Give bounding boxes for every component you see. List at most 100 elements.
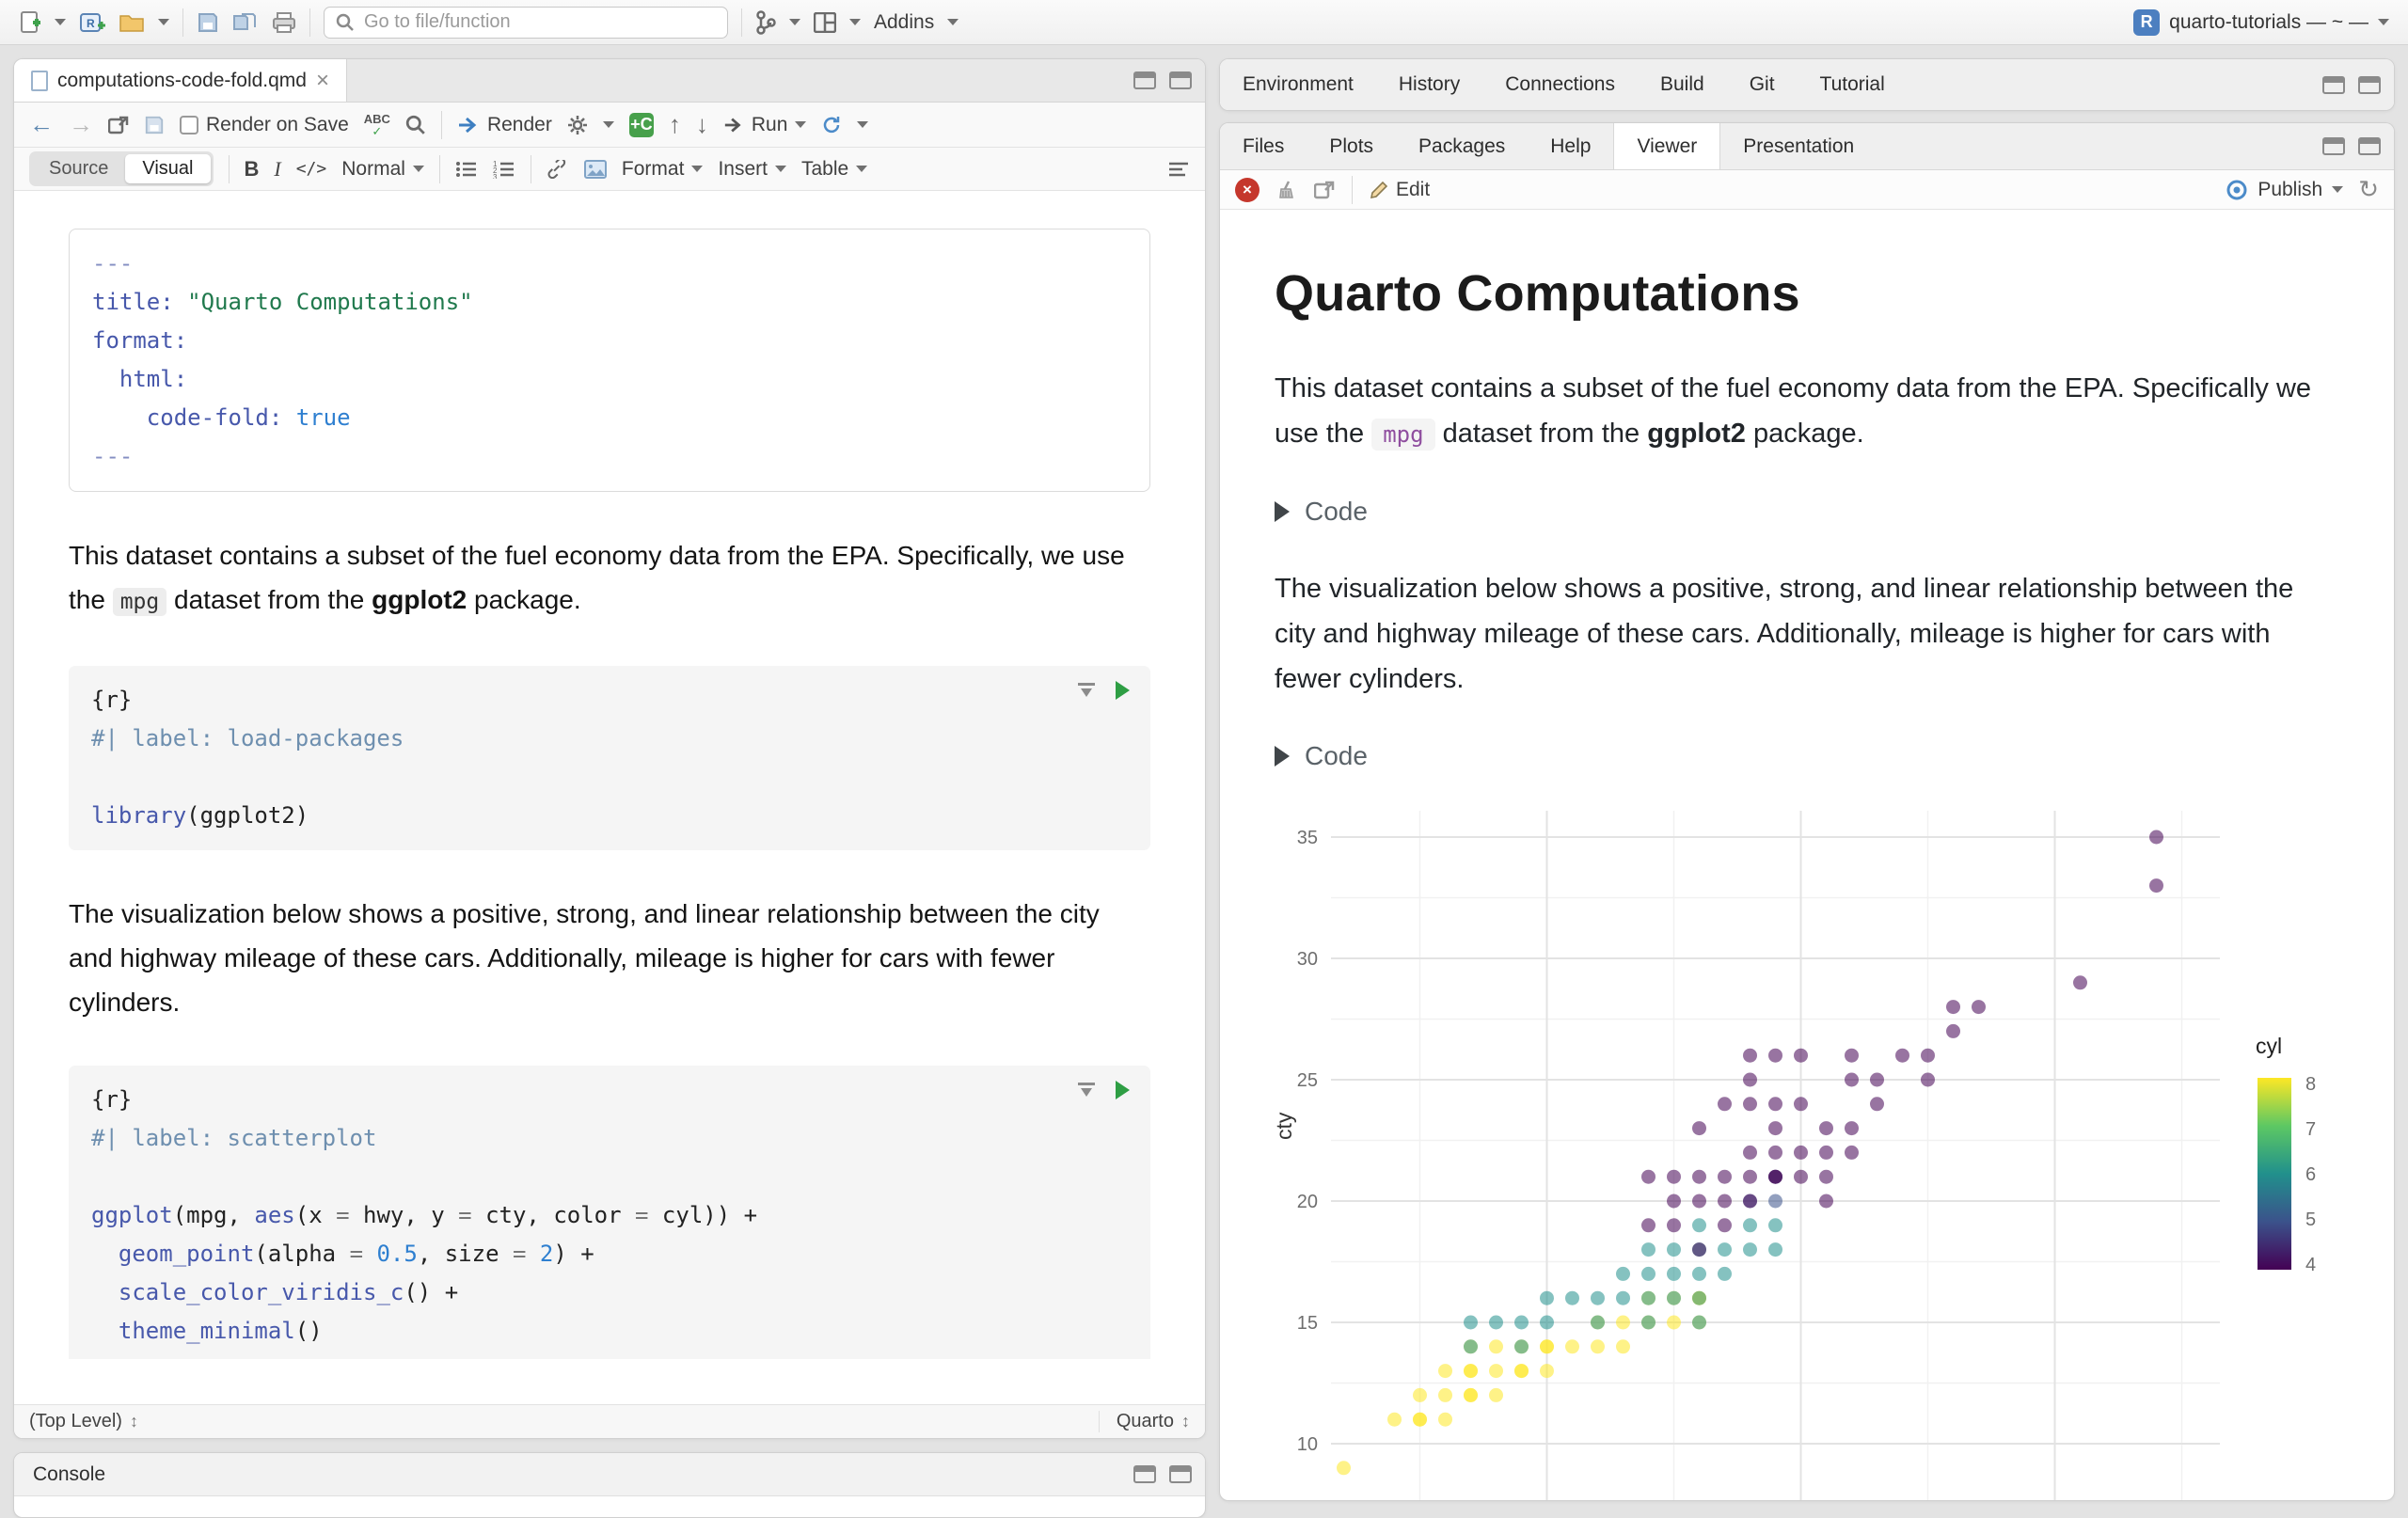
insert-dropdown[interactable]: Insert	[718, 158, 786, 181]
run-chunks-above-icon[interactable]: ↑	[669, 110, 681, 139]
image-icon[interactable]	[583, 159, 607, 179]
console-header[interactable]: Console	[14, 1453, 1205, 1496]
code-chunk-load-packages[interactable]: {r} #| label: load-packages library(ggplo…	[69, 666, 1150, 850]
run-button[interactable]: Run	[723, 114, 807, 136]
render-options-caret-icon[interactable]	[602, 121, 614, 128]
table-dropdown[interactable]: Table	[801, 158, 868, 181]
open-file-caret-icon[interactable]	[158, 19, 169, 25]
gear-icon[interactable]	[567, 115, 588, 135]
new-file-caret-icon[interactable]	[55, 19, 66, 25]
outline-icon[interactable]	[1167, 160, 1190, 179]
refresh-icon[interactable]: ↻	[2358, 175, 2379, 204]
save-icon[interactable]	[197, 11, 219, 34]
checkbox-icon[interactable]	[180, 115, 198, 134]
link-icon[interactable]	[547, 159, 569, 179]
tab-tutorial[interactable]: Tutorial	[1798, 59, 1908, 110]
run-chunks-above-icon[interactable]	[1078, 683, 1095, 698]
paragraph-style-dropdown[interactable]: Normal	[341, 158, 424, 181]
version-control-caret-icon[interactable]	[789, 19, 800, 25]
pane-controls	[1133, 1465, 1205, 1483]
rerun-caret-icon[interactable]	[857, 121, 869, 128]
render-button[interactable]: Render	[457, 114, 552, 136]
project-menu[interactable]: R quarto-tutorials — ~ —	[2133, 8, 2389, 36]
environment-pane: Environment History Connections Build Gi…	[1219, 58, 2395, 111]
run-chunks-above-icon[interactable]	[1078, 1083, 1095, 1098]
tab-connections[interactable]: Connections	[1482, 59, 1638, 110]
edit-button[interactable]: Edit	[1370, 179, 1430, 201]
editor-paragraph-1[interactable]: This dataset contains a subset of the fu…	[69, 533, 1150, 625]
maximize-pane-icon[interactable]	[2358, 75, 2381, 94]
addins-menu[interactable]: Addins	[874, 11, 934, 34]
save-icon[interactable]	[144, 115, 165, 135]
back-icon[interactable]: ←	[29, 110, 54, 139]
maximize-pane-icon[interactable]	[1169, 71, 1192, 89]
italic-button[interactable]: I	[274, 157, 280, 182]
open-in-new-window-icon[interactable]	[1314, 181, 1335, 199]
tab-presentation[interactable]: Presentation	[1720, 123, 1877, 169]
run-chunk-icon[interactable]	[1116, 681, 1130, 700]
find-icon[interactable]	[405, 115, 426, 135]
tab-packages[interactable]: Packages	[1396, 123, 1528, 169]
new-file-icon[interactable]	[19, 10, 41, 35]
run-chunk-icon[interactable]	[1116, 1081, 1130, 1099]
tab-help[interactable]: Help	[1528, 123, 1613, 169]
goto-file-input[interactable]	[364, 11, 716, 33]
minimize-pane-icon[interactable]	[2322, 137, 2345, 155]
minimize-pane-icon[interactable]	[1133, 1465, 1156, 1483]
tab-computations-code-fold[interactable]: computations-code-fold.qmd ×	[14, 59, 347, 102]
code-format-button[interactable]: </>	[296, 159, 327, 179]
tab-viewer[interactable]: Viewer	[1613, 123, 1721, 169]
publish-caret-icon	[2332, 186, 2344, 193]
svg-text:R: R	[87, 17, 95, 30]
project-label: quarto-tutorials — ~ —	[2169, 10, 2368, 33]
popout-window-icon[interactable]	[108, 116, 129, 134]
numbered-list-icon[interactable]: 123	[493, 160, 515, 179]
clear-viewer-icon[interactable]: ×	[1235, 177, 1259, 202]
bullet-list-icon[interactable]	[455, 160, 478, 179]
close-tab-icon[interactable]: ×	[316, 69, 329, 92]
tab-build[interactable]: Build	[1638, 59, 1727, 110]
tab-files[interactable]: Files	[1220, 123, 1307, 169]
new-project-icon[interactable]: R	[79, 10, 105, 35]
scope-stepper-icon[interactable]: ↕	[130, 1412, 138, 1431]
save-all-icon[interactable]	[232, 11, 259, 34]
render-on-save-checkbox[interactable]: Render on Save	[180, 114, 349, 136]
format-dropdown[interactable]: Format	[622, 158, 704, 181]
code-chunk-scatterplot[interactable]: {r} #| label: scatterplot ggplot(mpg, aes…	[69, 1066, 1150, 1359]
publish-icon	[2226, 179, 2248, 201]
broom-icon[interactable]	[1276, 180, 1297, 200]
publish-button[interactable]: Publish ↻	[2226, 175, 2379, 204]
version-control-icon[interactable]	[755, 9, 776, 35]
source-pane: computations-code-fold.qmd × ← → Render …	[13, 58, 1206, 1439]
minimize-pane-icon[interactable]	[2322, 75, 2345, 94]
yaml-block[interactable]: --- title: "Quarto Computations" format: h…	[69, 229, 1150, 492]
visual-mode-button[interactable]: Visual	[125, 154, 211, 183]
code-fold-toggle-2[interactable]: Code	[1275, 741, 2339, 771]
visual-editor[interactable]: --- title: "Quarto Computations" format: h…	[14, 191, 1205, 1359]
viewer-paragraph-2: The visualization below shows a positive…	[1275, 574, 2294, 694]
spellcheck-icon[interactable]: ABC ✓	[364, 113, 390, 137]
addins-caret-icon[interactable]	[947, 19, 959, 25]
maximize-pane-icon[interactable]	[2358, 137, 2381, 155]
tab-history[interactable]: History	[1376, 59, 1482, 110]
tab-environment[interactable]: Environment	[1220, 59, 1376, 110]
tab-plots[interactable]: Plots	[1307, 123, 1396, 169]
minimize-pane-icon[interactable]	[1133, 71, 1156, 89]
workspace-panes-caret-icon[interactable]	[849, 19, 861, 25]
maximize-pane-icon[interactable]	[1169, 1465, 1192, 1483]
editor-paragraph-2[interactable]: The visualization below shows a positive…	[69, 892, 1150, 1024]
insert-chunk-icon[interactable]: +C	[628, 112, 654, 137]
print-icon[interactable]	[272, 11, 296, 34]
scope-selector[interactable]: (Top Level)	[29, 1411, 122, 1432]
source-mode-button[interactable]: Source	[32, 154, 125, 183]
run-chunks-below-icon[interactable]: ↓	[696, 110, 708, 139]
forward-icon[interactable]: →	[69, 110, 93, 139]
doc-type-selector[interactable]: Quarto ↕	[1098, 1411, 1190, 1432]
workspace-panes-icon[interactable]	[814, 11, 836, 33]
bold-button[interactable]: B	[245, 157, 260, 182]
goto-file-search[interactable]	[324, 6, 728, 39]
open-file-icon[interactable]	[119, 11, 145, 34]
code-fold-toggle-1[interactable]: Code	[1275, 497, 2339, 527]
tab-git[interactable]: Git	[1727, 59, 1798, 110]
rerun-icon[interactable]	[821, 115, 842, 135]
